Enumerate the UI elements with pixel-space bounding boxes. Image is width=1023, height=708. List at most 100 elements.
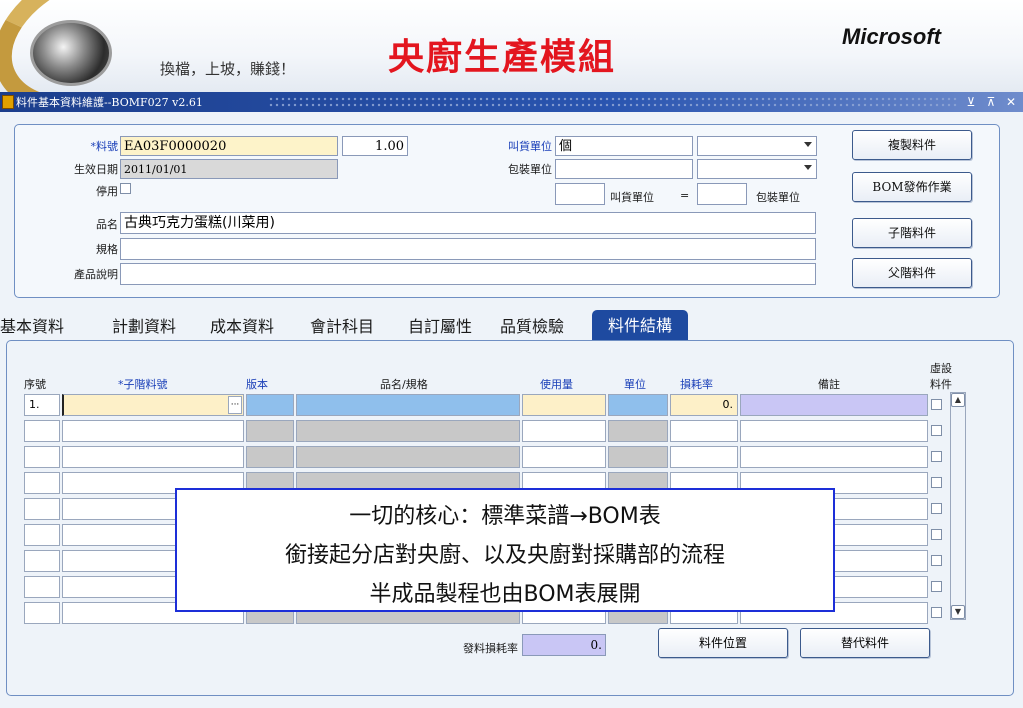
cell-version[interactable] (246, 394, 294, 416)
pack-unit-dropdown[interactable] (697, 159, 817, 179)
lens-icon (30, 20, 112, 86)
grid-scrollbar[interactable] (950, 392, 966, 620)
cell-note[interactable] (740, 446, 928, 468)
callout-line-2: 銜接起分店對央廚、以及央廚對採購部的流程 (284, 543, 725, 568)
virtual-item-checkbox[interactable] (931, 425, 942, 436)
cell-version[interactable] (246, 446, 294, 468)
order-unit-dropdown[interactable] (697, 136, 817, 156)
substitute-item-button[interactable]: 替代料件 (800, 628, 930, 658)
chevron-down-icon (804, 165, 812, 170)
cell-seq[interactable] (24, 550, 60, 572)
pack-unit-field[interactable] (555, 159, 693, 179)
tab-planning-data[interactable]: 計劃資料 (112, 312, 176, 342)
name-label: 品名 (96, 218, 118, 231)
scroll-down-icon[interactable]: ▼ (951, 605, 965, 619)
conv-order-qty-field[interactable] (555, 183, 605, 205)
cell-child-no[interactable] (62, 394, 244, 416)
virtual-item-checkbox[interactable] (931, 607, 942, 618)
cell-child-no[interactable] (62, 420, 244, 442)
order-unit-label: 叫貨單位 (508, 140, 552, 153)
cell-note[interactable] (740, 394, 928, 416)
disabled-checkbox[interactable] (120, 183, 131, 194)
cell-unit[interactable] (608, 446, 668, 468)
child-items-button[interactable]: 子階料件 (852, 218, 972, 248)
col-name-spec-header: 品名/規格 (380, 378, 428, 391)
issue-loss-label: 發料損耗率 (463, 642, 518, 655)
spec-label: 規格 (96, 243, 118, 256)
cell-seq[interactable] (24, 524, 60, 546)
desc-field[interactable] (120, 263, 816, 285)
chevron-down-icon (804, 142, 812, 147)
cell-seq[interactable] (24, 602, 60, 624)
virtual-item-checkbox[interactable] (931, 451, 942, 462)
cell-loss-rate[interactable]: 0. (670, 394, 738, 416)
qty-field[interactable]: 1.00 (342, 136, 408, 156)
name-field[interactable]: 古典巧克力蛋糕(川菜用) (120, 212, 816, 234)
col-seq-header: 序號 (24, 378, 46, 391)
tab-item-structure[interactable]: 料件結構 (592, 310, 688, 342)
spec-field[interactable] (120, 238, 816, 260)
maximize-icon[interactable]: ⊼ (984, 94, 998, 110)
item-no-label: *料號 (90, 140, 119, 153)
tab-accounting[interactable]: 會計科目 (310, 312, 374, 342)
col-unit-header: 單位 (624, 378, 646, 391)
tab-cost-data[interactable]: 成本資料 (210, 312, 274, 342)
order-unit-field[interactable]: 個 (555, 136, 693, 156)
minimize-icon[interactable]: ⊻ (964, 94, 978, 110)
effective-date-field[interactable]: 2011/01/01 (120, 159, 338, 179)
col-virtual-header-2: 料件 (930, 378, 952, 391)
cell-usage[interactable] (522, 446, 606, 468)
cell-seq[interactable] (24, 576, 60, 598)
cell-loss-rate[interactable] (670, 420, 738, 442)
callout-line-1: 一切的核心：標準菜譜→BOM表 (349, 504, 661, 529)
virtual-item-checkbox[interactable] (931, 399, 942, 410)
conv-order-unit-label: 叫貨單位 (610, 191, 654, 204)
slogan: 換檔，上坡，賺錢！ (160, 60, 296, 78)
item-location-button[interactable]: 料件位置 (658, 628, 788, 658)
cell-usage[interactable] (522, 394, 606, 416)
cell-name-spec[interactable] (296, 420, 520, 442)
copy-item-button[interactable]: 複製料件 (852, 130, 972, 160)
bom-publish-button[interactable]: BOM發佈作業 (852, 172, 972, 202)
titlebar-pattern (268, 96, 958, 108)
disabled-label: 停用 (96, 185, 118, 198)
tab-custom-attributes[interactable]: 自訂屬性 (408, 312, 472, 342)
col-usage-header: 使用量 (540, 378, 573, 391)
scroll-up-icon[interactable]: ▲ (951, 393, 965, 407)
cell-name-spec[interactable] (296, 446, 520, 468)
col-loss-rate-header: 損耗率 (680, 378, 713, 391)
virtual-item-checkbox[interactable] (931, 529, 942, 540)
col-virtual-header-1: 虛設 (930, 362, 952, 375)
cell-name-spec[interactable] (296, 394, 520, 416)
conv-equals: = (680, 189, 690, 202)
virtual-item-checkbox[interactable] (931, 581, 942, 592)
cell-usage[interactable] (522, 420, 606, 442)
virtual-item-checkbox[interactable] (931, 555, 942, 566)
cell-note[interactable] (740, 420, 928, 442)
conv-pack-unit-label: 包裝單位 (756, 191, 800, 204)
col-note-header: 備註 (818, 378, 840, 391)
issue-loss-field[interactable]: 0. (522, 634, 606, 656)
conv-pack-qty-field[interactable] (697, 183, 747, 205)
item-no-field[interactable]: EA03F0000020 (120, 136, 338, 156)
cell-child-no[interactable] (62, 446, 244, 468)
cell-seq[interactable] (24, 472, 60, 494)
callout-line-3: 半成品製程也由BOM表展開 (369, 582, 641, 607)
tab-quality-check[interactable]: 品質檢驗 (500, 312, 564, 342)
close-icon[interactable]: ✕ (1004, 94, 1018, 110)
cell-unit[interactable] (608, 394, 668, 416)
virtual-item-checkbox[interactable] (931, 477, 942, 488)
lookup-icon[interactable]: ··· (228, 396, 242, 414)
cell-unit[interactable] (608, 420, 668, 442)
virtual-item-checkbox[interactable] (931, 503, 942, 514)
cell-seq[interactable]: 1. (24, 394, 60, 416)
module-title: 央廚生產模組 (388, 37, 617, 78)
cell-seq[interactable] (24, 420, 60, 442)
cell-version[interactable] (246, 420, 294, 442)
col-version-header: 版本 (246, 378, 268, 391)
cell-seq[interactable] (24, 498, 60, 520)
parent-items-button[interactable]: 父階料件 (852, 258, 972, 288)
tab-basic-data[interactable]: 基本資料 (0, 312, 64, 342)
cell-seq[interactable] (24, 446, 60, 468)
cell-loss-rate[interactable] (670, 446, 738, 468)
